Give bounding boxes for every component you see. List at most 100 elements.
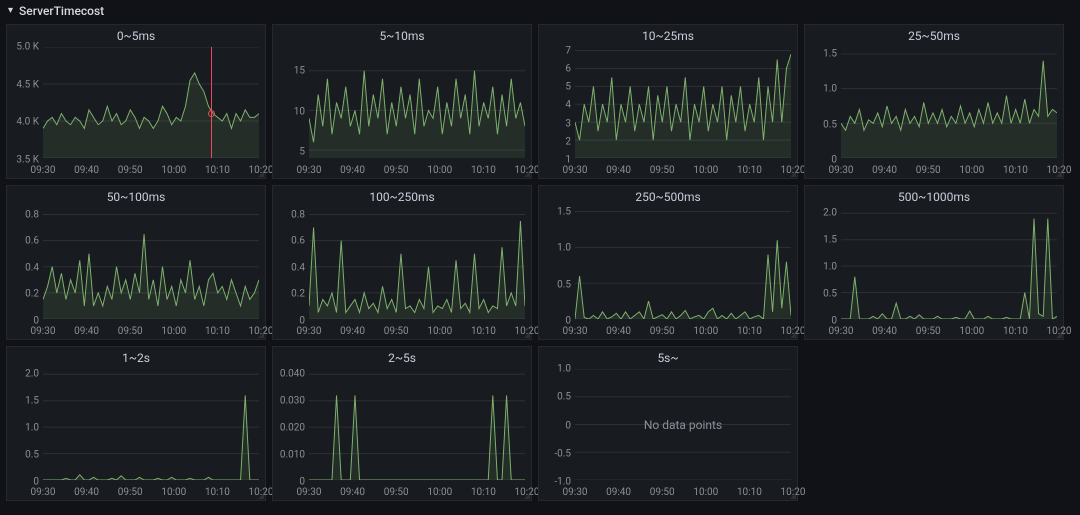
- y-axis: 00.51.01.5: [539, 208, 573, 319]
- y-tick: 0.4: [291, 262, 305, 273]
- x-tick: 09:50: [118, 487, 143, 498]
- resize-handle[interactable]: [524, 493, 530, 499]
- chart-panel[interactable]: 0~5ms3.5 K4.0 K4.5 K5.0 K09:3009:4009:50…: [6, 24, 266, 179]
- chart-panel[interactable]: 5~10ms5101509:3009:4009:5010:0010:1010:2…: [272, 24, 532, 179]
- x-axis: 09:3009:4009:5010:0010:1010:20: [309, 160, 525, 176]
- chart-panel[interactable]: 5s~-1.0-0.500.51.009:3009:4009:5010:0010…: [538, 346, 798, 501]
- y-tick: 1.0: [25, 423, 39, 434]
- x-tick: 09:50: [650, 326, 675, 337]
- x-tick: 10:00: [693, 326, 718, 337]
- x-tick: 09:40: [606, 326, 631, 337]
- x-tick: 10:10: [471, 165, 496, 176]
- y-tick: 0.5: [823, 289, 837, 300]
- x-axis: 09:3009:4009:5010:0010:1010:20: [43, 321, 259, 337]
- y-tick: 1.0: [557, 364, 571, 375]
- y-tick: 1: [565, 155, 571, 166]
- y-tick: 0.2: [25, 289, 39, 300]
- panel-title: 100~250ms: [273, 186, 531, 208]
- chart-panel[interactable]: 1~2s00.51.01.52.009:3009:4009:5010:0010:…: [6, 346, 266, 501]
- x-tick: 10:00: [959, 165, 984, 176]
- y-tick: 2.0: [823, 208, 837, 219]
- y-tick: 0: [565, 420, 571, 431]
- x-tick: 10:10: [205, 326, 230, 337]
- x-tick: 10:10: [471, 487, 496, 498]
- chart-panel[interactable]: 50~100ms00.20.40.60.809:3009:4009:5010:0…: [6, 185, 266, 340]
- x-tick: 09:30: [31, 487, 56, 498]
- chart-panel[interactable]: 100~250ms00.20.40.60.809:3009:4009:5010:…: [272, 185, 532, 340]
- chart-panel[interactable]: 500~1000ms00.51.01.52.009:3009:4009:5010…: [804, 185, 1064, 340]
- chart-panel[interactable]: 2~5s00.0100.0200.0300.04009:3009:4009:50…: [272, 346, 532, 501]
- y-tick: 0.5: [557, 279, 571, 290]
- resize-handle[interactable]: [524, 171, 530, 177]
- panel-title: 25~50ms: [805, 25, 1063, 47]
- x-tick: 10:00: [161, 165, 186, 176]
- x-tick: 10:00: [161, 487, 186, 498]
- x-tick: 09:50: [916, 165, 941, 176]
- y-tick: 0.5: [823, 119, 837, 130]
- chart-panel[interactable]: 250~500ms00.51.01.509:3009:4009:5010:001…: [538, 185, 798, 340]
- x-tick: 10:10: [471, 326, 496, 337]
- y-tick: 1.5: [25, 396, 39, 407]
- y-tick: 4: [565, 100, 571, 111]
- section-title: ServerTimecost: [19, 4, 104, 18]
- resize-handle[interactable]: [790, 171, 796, 177]
- y-tick: 1.0: [823, 262, 837, 273]
- x-tick: 09:40: [340, 487, 365, 498]
- panel-title: 1~2s: [7, 347, 265, 369]
- y-axis: -1.0-0.500.51.0: [539, 369, 573, 480]
- x-tick: 10:00: [427, 326, 452, 337]
- resize-handle[interactable]: [790, 332, 796, 338]
- plot-area: [309, 369, 525, 480]
- x-tick: 09:50: [650, 165, 675, 176]
- x-tick: 10:10: [737, 326, 762, 337]
- y-tick: 1.5: [823, 235, 837, 246]
- panel-title: 2~5s: [273, 347, 531, 369]
- resize-handle[interactable]: [790, 493, 796, 499]
- y-tick: 1.0: [557, 243, 571, 254]
- y-tick: 5: [299, 146, 305, 157]
- x-axis: 09:3009:4009:5010:0010:1010:20: [309, 482, 525, 498]
- x-tick: 10:00: [693, 165, 718, 176]
- y-tick: 10: [294, 106, 305, 117]
- x-tick: 09:30: [297, 165, 322, 176]
- y-tick: 2: [565, 136, 571, 147]
- chart-panel[interactable]: 25~50ms00.51.01.509:3009:4009:5010:0010:…: [804, 24, 1064, 179]
- resize-handle[interactable]: [258, 171, 264, 177]
- y-tick: 0: [831, 155, 837, 166]
- panel-title: 500~1000ms: [805, 186, 1063, 208]
- x-tick: 10:10: [205, 487, 230, 498]
- plot-area: [43, 369, 259, 480]
- x-tick: 10:10: [205, 165, 230, 176]
- x-tick: 09:30: [297, 326, 322, 337]
- x-tick: 09:30: [829, 165, 854, 176]
- plot-area: [43, 208, 259, 319]
- y-tick: 0.010: [280, 450, 305, 461]
- x-tick: 09:50: [384, 165, 409, 176]
- resize-handle[interactable]: [258, 332, 264, 338]
- resize-handle[interactable]: [1056, 171, 1062, 177]
- x-tick: 09:50: [118, 326, 143, 337]
- x-tick: 09:40: [872, 165, 897, 176]
- x-axis: 09:3009:4009:5010:0010:1010:20: [43, 160, 259, 176]
- x-tick: 10:00: [427, 487, 452, 498]
- y-tick: 5.0 K: [16, 42, 39, 53]
- x-tick: 09:50: [384, 326, 409, 337]
- resize-handle[interactable]: [1056, 332, 1062, 338]
- y-tick: 0.040: [280, 369, 305, 380]
- resize-handle[interactable]: [258, 493, 264, 499]
- y-tick: 0: [33, 316, 39, 327]
- section-header[interactable]: ▾ ServerTimecost: [0, 0, 1080, 24]
- resize-handle[interactable]: [524, 332, 530, 338]
- y-axis: 00.20.40.60.8: [273, 208, 307, 319]
- x-tick: 09:30: [31, 326, 56, 337]
- y-tick: 3.5 K: [16, 155, 39, 166]
- y-tick: 6: [565, 63, 571, 74]
- plot-area: [309, 208, 525, 319]
- y-tick: -0.5: [554, 448, 571, 459]
- y-tick: 0: [831, 316, 837, 327]
- panel-title: 250~500ms: [539, 186, 797, 208]
- plot-area: [575, 208, 791, 319]
- chart-panel[interactable]: 10~25ms123456709:3009:4009:5010:0010:101…: [538, 24, 798, 179]
- y-tick: 5: [565, 82, 571, 93]
- y-tick: 0.8: [25, 209, 39, 220]
